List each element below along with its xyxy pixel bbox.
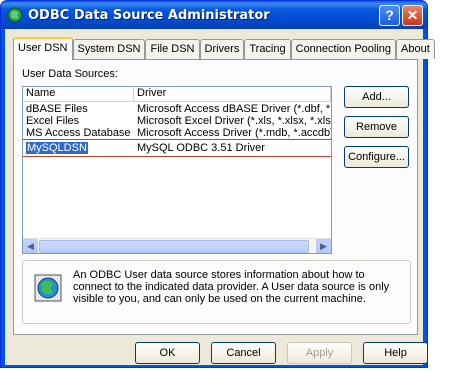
close-button[interactable]: ✕ [402,5,423,26]
tab-tracing[interactable]: Tracing [244,39,291,59]
dsn-name: MS Access Database [26,127,131,139]
help-title-button[interactable]: ? [379,5,400,26]
tab-about[interactable]: About [396,39,435,59]
scroll-left-arrow-icon[interactable]: ◀ [23,239,38,253]
info-description: An ODBC User data source stores informat… [73,269,390,305]
column-header-name[interactable]: Name [23,87,134,102]
title-bar[interactable]: ODBC Data Source Administrator ? ✕ [1,1,427,29]
tab-connection-pooling[interactable]: Connection Pooling [290,39,397,59]
tab-strip: User DSN System DSN File DSN Drivers Tra… [13,37,435,60]
tab-user-dsn[interactable]: User DSN [13,37,73,60]
ok-button[interactable]: OK [135,342,200,364]
tab-file-dsn[interactable]: File DSN [145,39,200,59]
add-button[interactable]: Add... [344,86,409,108]
list-item[interactable]: MS Access Database Microsoft Access Driv… [23,127,331,139]
remove-button[interactable]: Remove [344,116,409,138]
list-rows: dBASE Files Microsoft Access dBASE Drive… [23,103,331,157]
dsn-name: MySQLDSN [23,141,134,155]
dsn-name: dBASE Files [26,103,88,115]
column-header-driver[interactable]: Driver [134,87,331,102]
scroll-right-arrow-icon[interactable]: ▶ [316,239,331,253]
list-item[interactable]: dBASE Files Microsoft Access dBASE Drive… [23,103,331,115]
configure-button[interactable]: Configure... [344,146,409,168]
dsn-driver: MySQL ODBC 3.51 Driver [137,142,265,154]
list-item[interactable]: Excel Files Microsoft Excel Driver (*.xl… [23,115,331,127]
dialog-client-area: User DSN System DSN File DSN Drivers Tra… [5,29,435,365]
user-data-sources-label: User Data Sources: [22,68,118,80]
globe-database-icon [34,274,62,302]
apply-button[interactable]: Apply [287,342,352,364]
dsn-driver: Microsoft Access Driver (*.mdb, *.accdb) [137,127,331,139]
tab-system-dsn[interactable]: System DSN [72,39,146,59]
odbc-dialog-window: ODBC Data Source Administrator ? ✕ User … [0,0,435,368]
list-header: Name Driver [23,87,331,102]
info-box: An ODBC User data source stores informat… [22,260,411,324]
scroll-thumb[interactable] [39,240,309,253]
user-dsn-panel: User Data Sources: Name Driver dBASE Fil… [13,59,418,335]
help-button[interactable]: Help [363,342,428,364]
dsn-driver: Microsoft Access dBASE Driver (*.dbf, *.… [137,103,331,115]
horizontal-scrollbar[interactable]: ◀ ▶ [23,238,331,253]
odbc-app-icon [7,7,23,23]
list-item-selected[interactable]: MySQLDSN MySQL ODBC 3.51 Driver [23,139,331,157]
dsn-name: Excel Files [26,115,80,127]
data-source-list[interactable]: Name Driver dBASE Files Microsoft Access… [22,86,332,254]
dsn-name-highlight: MySQLDSN [26,142,88,154]
tab-drivers[interactable]: Drivers [199,39,245,59]
window-title: ODBC Data Source Administrator [28,7,270,23]
dsn-driver: Microsoft Excel Driver (*.xls, *.xlsx, *… [137,115,331,127]
cancel-button[interactable]: Cancel [211,342,276,364]
